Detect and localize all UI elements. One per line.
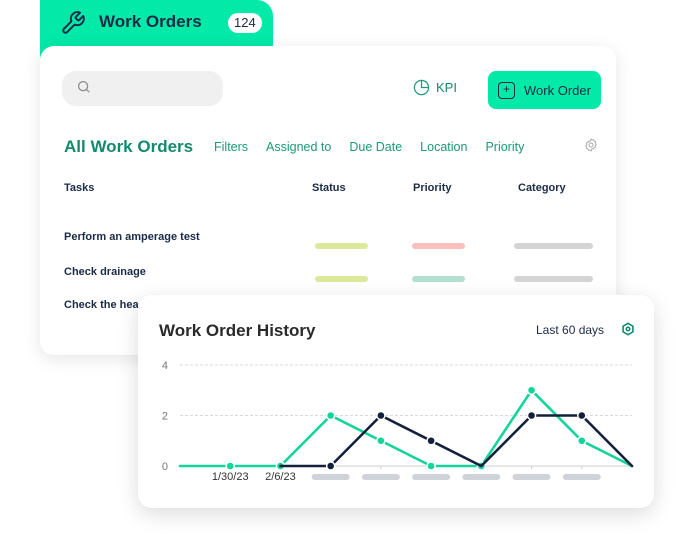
kpi-button[interactable]: KPI bbox=[413, 79, 457, 96]
list-title: All Work Orders bbox=[64, 137, 194, 156]
x-tick-placeholder bbox=[462, 474, 501, 480]
priority-pill bbox=[412, 276, 465, 282]
data-point-created bbox=[327, 412, 334, 419]
plus-square-icon bbox=[498, 81, 515, 99]
page-title: Work Orders bbox=[99, 12, 202, 31]
status-pill bbox=[315, 243, 368, 249]
data-point-completed bbox=[528, 412, 535, 419]
history-line-chart: 0 2 4 1/30/23 2/6/23 bbox=[162, 360, 634, 483]
category-pill bbox=[514, 276, 593, 282]
x-tick-placeholder bbox=[512, 474, 551, 480]
pie-chart-icon bbox=[413, 79, 430, 96]
data-point-created bbox=[377, 437, 385, 445]
y-tick-label: 4 bbox=[162, 360, 168, 372]
gear-icon[interactable] bbox=[584, 138, 598, 152]
data-point-created bbox=[578, 437, 586, 445]
data-point-completed bbox=[377, 412, 385, 419]
data-point-completed bbox=[427, 437, 435, 445]
column-header-category[interactable]: Category bbox=[518, 182, 566, 194]
data-point-created bbox=[528, 386, 535, 394]
task-name: Perform an amperage test bbox=[64, 231, 200, 243]
data-point-created bbox=[226, 462, 234, 470]
x-tick-placeholder bbox=[311, 474, 350, 480]
column-header-status[interactable]: Status bbox=[312, 182, 346, 194]
new-work-order-label: Work Order bbox=[524, 82, 591, 98]
search-input[interactable] bbox=[62, 71, 223, 106]
x-tick-placeholder bbox=[361, 474, 400, 480]
task-name: Check drainage bbox=[64, 266, 146, 278]
filter-location[interactable]: Location bbox=[420, 140, 467, 154]
y-tick-label: 2 bbox=[162, 411, 168, 423]
status-pill bbox=[315, 276, 368, 282]
data-point-completed bbox=[327, 462, 334, 470]
filter-priority[interactable]: Priority bbox=[485, 140, 524, 154]
x-tick-label: 2/6/23 bbox=[265, 471, 296, 483]
filter-filters[interactable]: Filters bbox=[214, 140, 248, 154]
x-tick-placeholder bbox=[412, 474, 451, 480]
priority-pill bbox=[412, 243, 465, 249]
kpi-label: KPI bbox=[436, 80, 457, 95]
wrench-icon bbox=[62, 11, 85, 34]
column-header-priority[interactable]: Priority bbox=[413, 182, 452, 194]
filter-bar: Filters Assigned to Due Date Location Pr… bbox=[214, 140, 542, 154]
work-order-count-badge: 124 bbox=[228, 13, 262, 33]
data-point-completed bbox=[578, 412, 586, 419]
filter-due-date[interactable]: Due Date bbox=[349, 140, 402, 154]
x-tick-label: 1/30/23 bbox=[212, 471, 249, 483]
x-tick-placeholder bbox=[562, 474, 601, 480]
new-work-order-button[interactable]: Work Order bbox=[488, 71, 601, 109]
task-name: Check the hea bbox=[64, 299, 139, 311]
data-point-created bbox=[427, 462, 435, 470]
category-pill bbox=[514, 243, 593, 249]
search-icon bbox=[77, 80, 90, 93]
column-header-tasks[interactable]: Tasks bbox=[64, 182, 94, 194]
y-tick-label: 0 bbox=[162, 461, 168, 473]
filter-assigned-to[interactable]: Assigned to bbox=[266, 140, 331, 154]
work-order-history-card: Work Order History Last 60 days 0 2 4 1/30/… bbox=[138, 295, 654, 508]
